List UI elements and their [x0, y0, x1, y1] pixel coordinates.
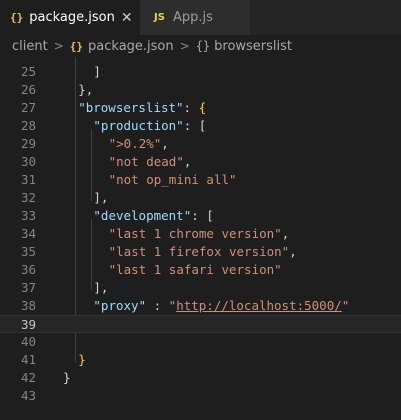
code-token: },	[78, 82, 94, 97]
code-line[interactable]: 36 "last 1 safari version"	[0, 261, 401, 279]
code-token: "	[341, 298, 350, 313]
code-token: ">0.2%"	[108, 136, 162, 151]
json-file-icon: {}	[69, 39, 84, 53]
breadcrumb-symbol[interactable]: browserslist	[214, 39, 292, 54]
code-token: "not dead"	[108, 154, 184, 169]
line-number: 36	[20, 262, 36, 277]
line-number: 41	[20, 352, 36, 367]
code-text: ">0.2%",	[109, 135, 169, 153]
code-line[interactable]: 34 "last 1 chrome version",	[0, 225, 401, 243]
code-token: "not op_mini all"	[108, 172, 237, 187]
code-token: ,	[281, 226, 290, 241]
code-token: "development"	[93, 208, 192, 223]
code-text: ],	[93, 279, 108, 297]
code-line[interactable]: 33 "development": [	[0, 207, 401, 225]
code-text: ]	[93, 63, 101, 81]
line-number: 29	[20, 136, 36, 151]
code-line[interactable]: 42}	[0, 369, 401, 387]
code-text: },	[78, 81, 93, 99]
code-text: "development": [	[93, 207, 213, 225]
code-text: "browserslist": {	[78, 99, 206, 117]
code-text: "last 1 chrome version",	[109, 225, 290, 243]
code-text: "production": [	[93, 117, 206, 135]
code-line[interactable]: 31 "not op_mini all"	[0, 171, 401, 189]
code-editor[interactable]: 25] 26}, 27 "browserslist": {28 "production"…	[0, 57, 401, 420]
code-line[interactable]: 35 "last 1 firefox version",	[0, 243, 401, 261]
code-token: ,	[289, 244, 297, 259]
line-number: 31	[20, 172, 36, 187]
line-number: 26	[20, 82, 36, 97]
code-token: :	[146, 298, 169, 313]
line-number: 37	[20, 280, 36, 295]
line-number: 35	[20, 244, 36, 259]
code-line[interactable]: 28 "production": [	[0, 117, 401, 135]
tab-label: App.js	[172, 10, 213, 25]
chevron-right-icon: >	[179, 39, 190, 53]
object-symbol-icon: {}	[195, 39, 211, 53]
code-text: "not op_mini all"	[109, 171, 237, 189]
code-line[interactable]: 32],	[0, 189, 401, 207]
line-number: 27	[20, 100, 36, 115]
tab-label: package.json	[29, 10, 115, 25]
code-text: "last 1 firefox version",	[109, 243, 297, 261]
code-text: "proxy" : "http://localhost:5000/"	[93, 297, 349, 315]
code-token: :	[183, 100, 199, 115]
code-token: "proxy"	[93, 298, 147, 313]
code-token: "last 1 firefox version"	[108, 244, 290, 259]
breadcrumb: client > {} package.json > {} browsersli…	[0, 35, 401, 57]
line-number: 39	[20, 317, 36, 332]
code-token: "last 1 chrome version"	[108, 226, 282, 241]
code-token: }	[63, 370, 71, 385]
line-number: 33	[20, 208, 36, 223]
line-number: 40	[20, 334, 36, 349]
code-token: ],	[93, 280, 109, 295]
code-token: : [	[191, 208, 214, 223]
code-text: "not dead",	[109, 153, 192, 171]
chevron-right-icon: >	[53, 39, 64, 53]
code-text: }	[63, 369, 71, 387]
line-number: 42	[20, 370, 36, 385]
tab-package-json[interactable]: {} package.json ✕	[0, 0, 140, 35]
code-line[interactable]: 40	[0, 333, 401, 351]
code-line[interactable]: 27 "browserslist": {	[0, 99, 401, 117]
code-line[interactable]: 30 "not dead",	[0, 153, 401, 171]
breadcrumb-file[interactable]: package.json	[88, 39, 174, 54]
breadcrumb-folder[interactable]: client	[12, 39, 48, 54]
code-token: "last 1 safari version"	[108, 262, 282, 277]
code-line[interactable]: 39	[0, 315, 401, 333]
js-file-icon: JS	[154, 12, 165, 23]
code-token: http://localhost:5000/	[176, 298, 342, 313]
code-text: }	[78, 351, 86, 369]
code-token: ,	[161, 136, 169, 151]
line-number: 28	[20, 118, 36, 133]
code-token: : [	[183, 118, 207, 133]
line-number: 32	[20, 190, 36, 205]
line-number: 34	[20, 226, 36, 241]
line-number: 25	[20, 64, 36, 79]
close-icon[interactable]: ✕	[121, 10, 133, 26]
code-text: "last 1 safari version"	[109, 261, 282, 279]
code-line[interactable]: 38 "proxy" : "http://localhost:5000/"	[0, 297, 401, 315]
code-token: ]	[93, 64, 101, 79]
code-token: ,	[183, 154, 192, 169]
code-token: "browserslist"	[78, 100, 184, 115]
tab-bar: {} package.json ✕ JS App.js	[0, 0, 401, 35]
code-token: {	[198, 100, 207, 115]
json-file-icon: {}	[10, 11, 24, 24]
code-token: "production"	[93, 118, 184, 133]
code-line[interactable]: 37],	[0, 279, 401, 297]
code-text: ],	[93, 189, 108, 207]
line-number: 38	[20, 298, 36, 313]
line-number: 30	[20, 154, 36, 169]
code-token: ],	[93, 190, 109, 205]
tab-app-js[interactable]: JS App.js	[140, 0, 250, 35]
code-line[interactable]: 29 ">0.2%",	[0, 135, 401, 153]
code-line[interactable]: 26},	[0, 81, 401, 99]
line-number: 43	[20, 388, 36, 403]
code-line[interactable]: 43	[0, 387, 401, 405]
code-line[interactable]: 25]	[0, 63, 401, 81]
code-line[interactable]: 41}	[0, 351, 401, 369]
code-token: }	[78, 352, 86, 367]
